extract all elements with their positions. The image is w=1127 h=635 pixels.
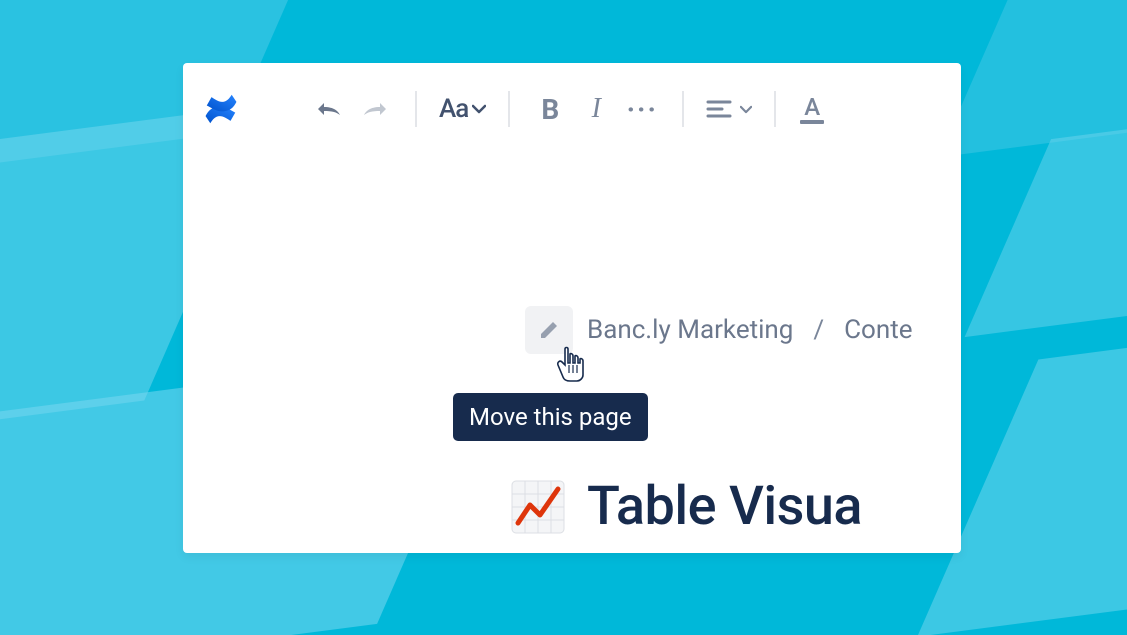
text-color-swatch	[800, 120, 824, 124]
align-left-icon	[706, 99, 732, 119]
bold-button[interactable]: B	[532, 92, 568, 126]
breadcrumb-parent[interactable]: Conte	[844, 315, 912, 345]
chevron-down-icon	[740, 105, 752, 114]
pencil-icon	[537, 318, 561, 342]
page-title-row: Table Visua	[509, 475, 862, 538]
pointer-cursor-icon	[553, 343, 587, 381]
text-color-button[interactable]: A	[798, 92, 826, 126]
breadcrumb-space[interactable]: Banc.ly Marketing	[587, 315, 793, 345]
editor-toolbar: Aa B I ···	[201, 81, 961, 137]
chart-icon	[510, 479, 566, 535]
undo-button[interactable]	[311, 92, 347, 126]
page-emoji[interactable]	[509, 478, 567, 536]
redo-button[interactable]	[357, 92, 393, 126]
chevron-down-icon	[472, 104, 486, 114]
move-page-tooltip: Move this page	[453, 393, 648, 441]
page-title[interactable]: Table Visua	[587, 475, 862, 538]
breadcrumb-separator: /	[807, 315, 830, 345]
align-dropdown[interactable]	[706, 92, 752, 126]
text-styles-dropdown[interactable]: Aa	[439, 94, 486, 124]
italic-button[interactable]: I	[578, 92, 614, 126]
text-styles-label: Aa	[439, 94, 468, 124]
more-formatting-button[interactable]: ···	[624, 92, 660, 126]
editor-window: Aa B I ···	[183, 63, 961, 553]
confluence-logo[interactable]	[201, 89, 241, 129]
